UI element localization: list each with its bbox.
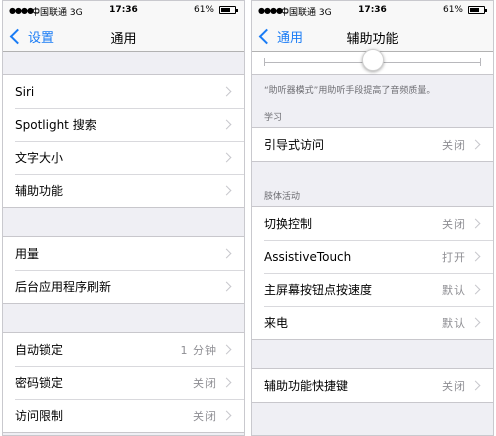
chevron-right-icon xyxy=(221,86,232,97)
row-guided-access[interactable]: 引导式访问 关闭 xyxy=(252,128,493,161)
guided-access-value: 关闭 xyxy=(442,138,466,152)
battery-icon xyxy=(219,6,238,14)
nav-bar: 设置 通用 xyxy=(3,21,244,52)
row-auto-lock[interactable]: 自动锁定 1 分钟 xyxy=(3,333,244,366)
chevron-right-icon xyxy=(470,317,481,328)
row-home-click-speed[interactable]: 主屏幕按钮点按速度 默认 xyxy=(252,273,493,306)
section-header-learning: 学习 xyxy=(264,113,283,123)
chevron-right-icon xyxy=(221,248,232,259)
row-assistive-touch[interactable]: AssistiveTouch 打开 xyxy=(252,240,493,273)
chevron-right-icon xyxy=(221,152,232,163)
chevron-right-icon xyxy=(221,410,232,421)
row-background-refresh[interactable]: 后台应用程序刷新 xyxy=(3,270,244,303)
row-usage[interactable]: 用量 xyxy=(3,237,244,270)
learning-group: 引导式访问 关闭 xyxy=(252,127,493,162)
section-header-physical: 肢体活动 xyxy=(264,192,301,202)
row-siri[interactable]: Siri xyxy=(3,75,244,108)
row-switch-control[interactable]: 切换控制 关闭 xyxy=(252,207,493,240)
general-settings-screen: ●●●●○ 中国联通 3G 17:36 61% 设置 通用 Siri Spotl… xyxy=(2,0,245,436)
physical-group: 切换控制 关闭 AssistiveTouch 打开 主屏幕按钮点按速度 默认 来电 默认 xyxy=(252,206,493,340)
chevron-right-icon xyxy=(221,344,232,355)
row-passcode-lock[interactable]: 密码锁定 关闭 xyxy=(3,366,244,399)
chevron-right-icon xyxy=(221,119,232,130)
row-spotlight[interactable]: Spotlight 搜索 xyxy=(3,108,244,141)
page-title: 辅助功能 xyxy=(346,32,399,47)
chevron-right-icon xyxy=(470,251,481,262)
chevron-right-icon xyxy=(470,218,481,229)
page-title: 通用 xyxy=(110,32,137,47)
switch-control-value: 关闭 xyxy=(442,217,466,231)
passcode-lock-value: 关闭 xyxy=(193,376,217,390)
assistive-touch-value: 打开 xyxy=(442,250,466,264)
settings-group-1: Siri Spotlight 搜索 文字大小 辅助功能 xyxy=(3,74,244,208)
row-incoming-calls[interactable]: 来电 默认 xyxy=(252,306,493,339)
hearing-aid-note: “助听器模式”用助听手段提高了音频质量。 xyxy=(264,86,436,96)
battery-percent: 61% xyxy=(442,5,463,15)
battery-percent: 61% xyxy=(193,5,214,15)
chevron-right-icon xyxy=(470,139,481,150)
row-restrictions[interactable]: 访问限制 关闭 xyxy=(3,399,244,432)
status-bar: ●●●●○ 中国联通 3G 17:36 61% xyxy=(252,1,493,21)
chevron-right-icon xyxy=(221,185,232,196)
row-accessibility[interactable]: 辅助功能 xyxy=(3,174,244,207)
battery-icon xyxy=(468,6,487,14)
home-click-speed-value: 默认 xyxy=(442,283,466,297)
chevron-right-icon xyxy=(470,284,481,295)
slider-tick-end xyxy=(480,58,481,66)
row-text-size[interactable]: 文字大小 xyxy=(3,141,244,174)
accessibility-settings-screen: ●●●●○ 中国联通 3G 17:36 61% 通用 辅助功能 “助听器模式”用… xyxy=(251,0,494,436)
slider-tick-start xyxy=(264,58,265,66)
shortcut-group: 辅助功能快捷键 关闭 xyxy=(252,368,493,403)
settings-group-3: 自动锁定 1 分钟 密码锁定 关闭 访问限制 关闭 xyxy=(3,332,244,433)
chevron-right-icon xyxy=(470,380,481,391)
status-bar: ●●●●○ 中国联通 3G 17:36 61% xyxy=(3,1,244,21)
slider-thumb[interactable] xyxy=(361,49,384,71)
hearing-aid-slider-row xyxy=(252,49,493,75)
accessibility-shortcut-value: 关闭 xyxy=(442,379,466,393)
auto-lock-value: 1 分钟 xyxy=(180,343,217,357)
restrictions-value: 关闭 xyxy=(193,409,217,423)
chevron-right-icon xyxy=(221,281,232,292)
row-accessibility-shortcut[interactable]: 辅助功能快捷键 关闭 xyxy=(252,369,493,402)
incoming-calls-value: 默认 xyxy=(442,316,466,330)
chevron-right-icon xyxy=(221,377,232,388)
settings-group-2: 用量 后台应用程序刷新 xyxy=(3,236,244,304)
nav-bar: 通用 辅助功能 xyxy=(252,21,493,52)
